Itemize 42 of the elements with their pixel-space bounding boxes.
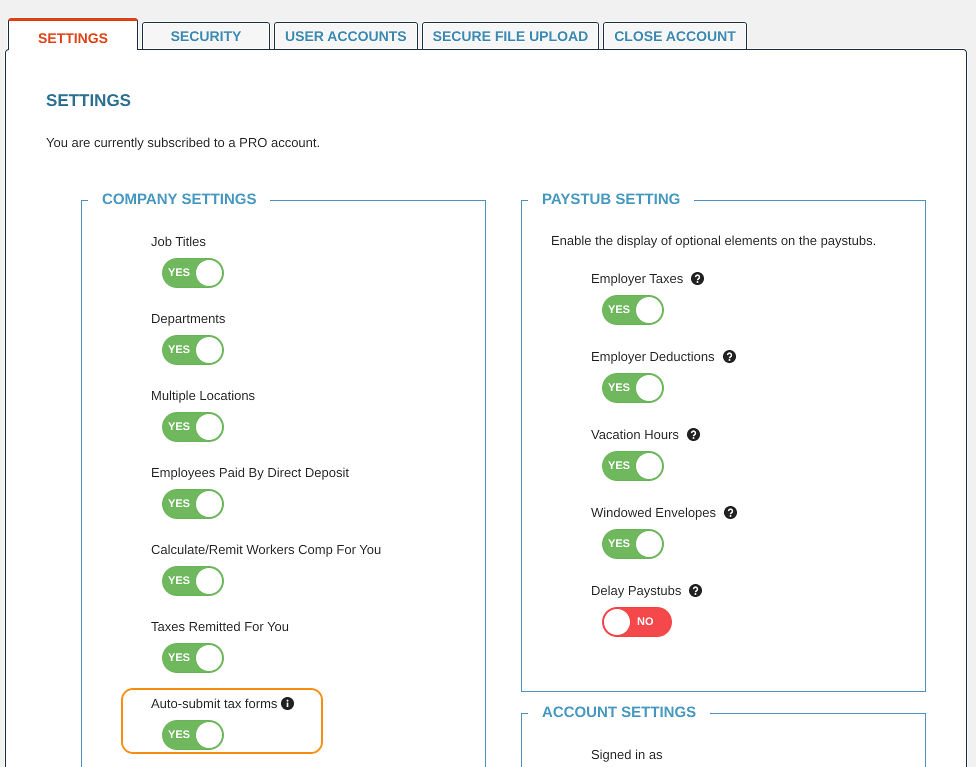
- toggle-switch[interactable]: YES: [162, 335, 224, 365]
- section-legend: ACCOUNT SETTINGS: [528, 704, 710, 722]
- toggle-switch[interactable]: YES: [602, 295, 664, 325]
- toggle-switch[interactable]: YES: [162, 643, 224, 673]
- setting-label: Taxes Remitted For You: [151, 618, 290, 634]
- setting-label: Employees Paid By Direct Deposit: [151, 464, 349, 480]
- help-icon[interactable]: [722, 350, 736, 362]
- help-icon[interactable]: [689, 584, 702, 596]
- setting-label: Employer Taxes: [591, 270, 684, 286]
- field-label: Signed in as: [591, 747, 663, 763]
- tab[interactable]: USER ACCOUNTS: [274, 22, 418, 49]
- section-description: Enable the display of optional elements on the paystubs.: [551, 233, 876, 249]
- setting-label: Calculate/Remit Workers Comp For You: [151, 542, 382, 556]
- subscription-note: You are currently subscribed to a PRO account.: [46, 135, 320, 151]
- help-icon[interactable]: [686, 428, 700, 440]
- setting-label: Auto-submit tax forms: [151, 696, 278, 710]
- toggle-switch[interactable]: YES: [162, 566, 224, 596]
- toggle-switch[interactable]: YES: [162, 489, 224, 519]
- toggle-switch[interactable]: YES: [162, 720, 224, 750]
- toggle-switch[interactable]: YES: [162, 258, 224, 288]
- tab[interactable]: SETTINGS: [8, 18, 138, 50]
- setting-label: Departments: [151, 310, 226, 326]
- page-heading: SETTINGS: [46, 92, 132, 110]
- help-icon[interactable]: [691, 272, 704, 284]
- tab[interactable]: SECURE FILE UPLOAD: [422, 22, 600, 49]
- toggle-switch[interactable]: YES: [602, 529, 664, 559]
- tab[interactable]: CLOSE ACCOUNT: [603, 22, 747, 49]
- setting-label: Job Titles: [151, 234, 206, 248]
- info-icon[interactable]: [281, 696, 294, 710]
- setting-label: Vacation Hours: [591, 426, 679, 442]
- section-legend: COMPANY SETTINGS: [88, 191, 270, 209]
- setting-label: Delay Paystubs: [591, 582, 682, 598]
- toggle-switch[interactable]: YES: [602, 373, 664, 403]
- setting-label: Employer Deductions: [591, 348, 715, 364]
- setting-label: Windowed Envelopes: [591, 504, 716, 520]
- toggle-switch[interactable]: YES: [602, 451, 664, 481]
- toggle-switch[interactable]: NO: [602, 607, 672, 637]
- section-legend: PAYSTUB SETTING: [528, 191, 694, 209]
- help-icon[interactable]: [724, 506, 738, 518]
- toggle-switch[interactable]: YES: [162, 412, 224, 442]
- tab[interactable]: SECURITY: [142, 22, 270, 49]
- setting-label: Multiple Locations: [151, 388, 256, 402]
